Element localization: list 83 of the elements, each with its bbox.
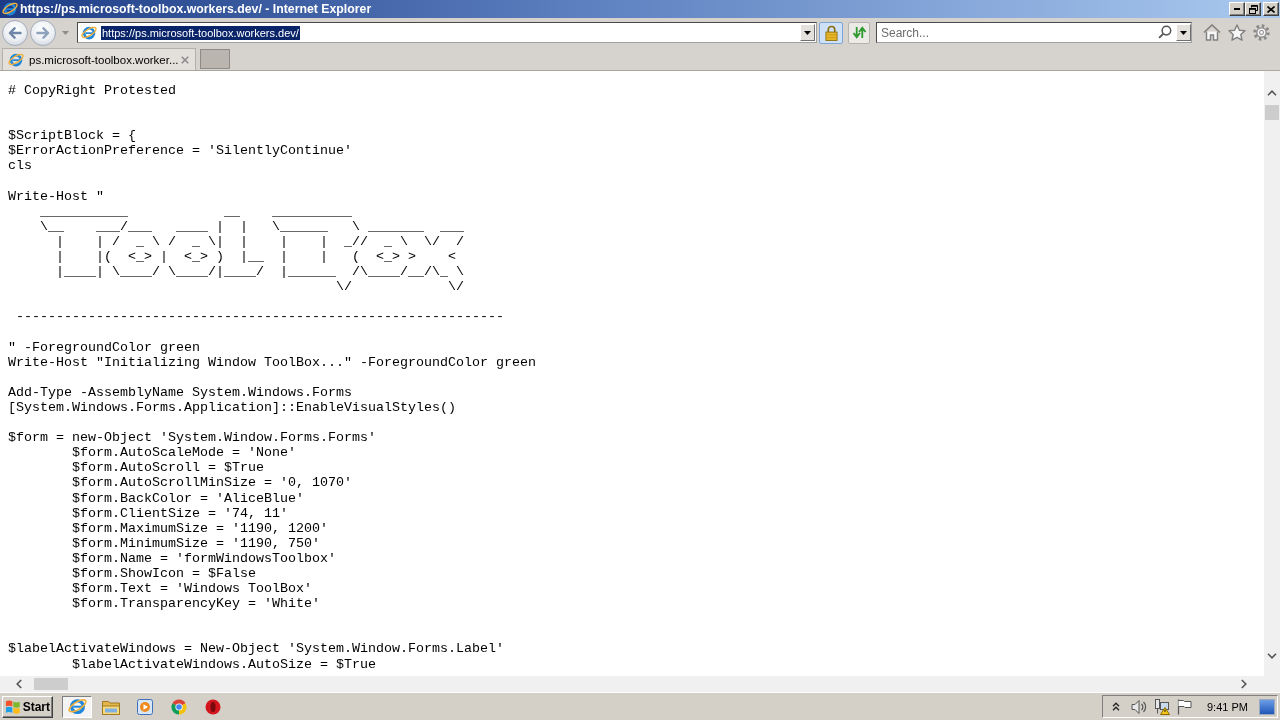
code-line: $form.MaximumSize = '1190, 1200' (72, 520, 328, 536)
chevron-left-icon[interactable] (16, 679, 22, 689)
code-line: " -ForegroundColor green (8, 339, 200, 355)
refresh-button[interactable] (848, 21, 870, 44)
url-text: https://ps.microsoft-toolbox.workers.dev/ (101, 25, 300, 40)
clock-text[interactable]: 9:41 PM (1207, 700, 1248, 713)
code-line: $form.TransparencyKey = 'White' (72, 596, 320, 612)
code-line: $form.BackColor = 'AliceBlue' (72, 490, 304, 506)
chevron-right-icon[interactable] (1241, 679, 1247, 689)
code-line: $form.AutoScaleMode = 'None' (72, 445, 296, 461)
browser-logo-icon (8, 52, 24, 67)
code-line: $form.Name = 'formWindowsToolbox' (72, 550, 336, 566)
browser-logo-icon (81, 25, 97, 40)
scroll-thumb[interactable] (34, 678, 68, 690)
taskbar-button[interactable] (62, 695, 92, 718)
code-line: \__ ___/___ ____ | | \______ \ _______ ___ (40, 218, 464, 234)
home-icon[interactable] (1203, 24, 1221, 41)
chevron-up-icon[interactable] (1267, 90, 1277, 96)
chevron-down-icon[interactable] (1267, 653, 1277, 659)
browser-logo-icon (2, 2, 18, 16)
speaker-icon[interactable] (1131, 698, 1147, 715)
code-line: cls (8, 158, 32, 174)
vertical-scrollbar[interactable] (1264, 71, 1280, 676)
close-icon (1267, 5, 1275, 13)
left-arrow-icon (8, 26, 22, 39)
double-chevron-icon[interactable] (1112, 702, 1120, 711)
browser-tab[interactable]: ps.microsoft-toolbox.worker... (2, 48, 196, 70)
ring-logo-icon (205, 698, 221, 715)
address-field[interactable]: https://ps.microsoft-toolbox.workers.dev/ (77, 22, 817, 43)
show-desktop-button[interactable] (1259, 698, 1275, 715)
address-dropdown-button[interactable] (800, 24, 815, 41)
code-line: ___________ __ __________ (40, 203, 352, 219)
padlock-icon (824, 24, 838, 41)
code-line: $labelActivateWindows = New-Object 'System.Window.Forms.Label' (8, 641, 504, 657)
code-line: $form.MinimumSize = '1190, 750' (72, 535, 320, 551)
close-button[interactable] (1263, 2, 1279, 16)
code-line: $form.AutoScroll = $True (72, 460, 264, 476)
code-line: Add-Type -AssemblyName System.Windows.Forms (8, 384, 352, 400)
code-line: \/ \/ (335, 279, 464, 295)
start-button[interactable]: Start (2, 695, 53, 718)
search-field[interactable]: Search... (876, 22, 1192, 43)
code-line: | | / _ \ / _ \| | | | _// _ \ \/ / (56, 233, 464, 249)
code-line: # CopyRight Protested (8, 83, 176, 98)
code-line: Write-Host " (8, 188, 104, 204)
play-icon (137, 698, 153, 715)
settings-icon[interactable] (1253, 24, 1270, 41)
code-line: $form.ShowIcon = $False (72, 566, 256, 581)
code-line: $form.Text = 'Windows ToolBox' (72, 581, 312, 597)
code-line: $ErrorActionPreference = 'SilentlyContinue' (8, 143, 352, 159)
code-line: $form.ClientSize = '74, 11' (72, 505, 288, 521)
code-line: ------------------------------------------------------------- (16, 309, 504, 325)
window-title: https://ps.microsoft-toolbox.workers.dev/ - Internet Explorer (20, 2, 372, 16)
search-icon[interactable] (1158, 25, 1172, 39)
dropdown-caret-icon[interactable] (62, 30, 69, 35)
star-icon[interactable] (1228, 24, 1246, 41)
code-line: $ScriptBlock = { (8, 128, 136, 144)
horizontal-scrollbar[interactable] (0, 676, 1280, 692)
code-line: $form = new-Object 'System.Window.Forms.Forms' (8, 430, 376, 446)
folder-icon (102, 698, 120, 715)
circle-logo-icon (171, 698, 187, 715)
minimize-button[interactable] (1229, 2, 1245, 16)
minimize-icon (1234, 8, 1240, 10)
back-button[interactable] (2, 19, 28, 46)
caret-icon (804, 30, 811, 35)
right-arrow-icon (36, 26, 50, 39)
network-warning-icon[interactable] (1154, 698, 1170, 715)
code-line: Write-Host "Initializing Window ToolBox..." -ForegroundColor green (8, 354, 536, 370)
close-icon[interactable] (181, 55, 189, 64)
code-line: $labelActivateWindows.AutoSize = $True (72, 656, 376, 672)
up-down-arrows-icon (851, 26, 867, 39)
forward-button[interactable] (30, 19, 56, 46)
browser-logo-icon (67, 698, 87, 715)
window-flag-icon (5, 699, 21, 714)
scroll-thumb[interactable] (1265, 105, 1279, 120)
restore-button[interactable] (1245, 2, 1261, 16)
code-line: [System.Windows.Forms.Application]::EnableVisualStyles() (8, 399, 456, 415)
code-line: $form.AutoScrollMinSize = '0, 1070' (72, 475, 352, 491)
caret-icon (1180, 30, 1187, 35)
code-line: | |( <_> | <_> ) |__ | | ( <_> > < (56, 249, 456, 265)
code-line: |____| \____/ \____/|____/ |______ /\____/__/\_ \ (56, 264, 464, 280)
search-dropdown-button[interactable] (1176, 24, 1191, 41)
restore-icon (1248, 4, 1258, 14)
flag-icon[interactable] (1177, 698, 1192, 715)
